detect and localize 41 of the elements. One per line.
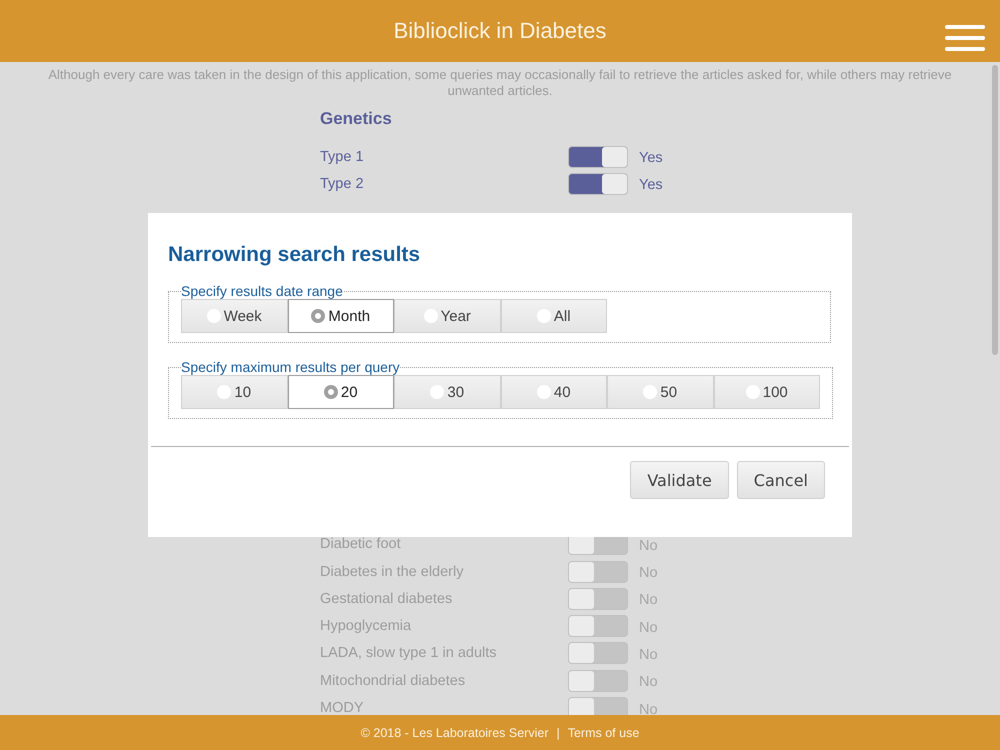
toggle-switch[interactable]: [568, 172, 628, 195]
app-title: Biblioclick in Diabetes: [394, 18, 606, 44]
dialog-title: Narrowing search results: [168, 243, 422, 267]
option-label: LADA, slow type 1 in adults: [320, 645, 498, 662]
radio-option[interactable]: Year: [394, 299, 500, 333]
toggle-switch[interactable]: [568, 697, 628, 715]
radio-option[interactable]: Month: [288, 299, 394, 333]
option-label: Diabetes in the elderly: [320, 564, 464, 580]
toggle-switch[interactable]: [568, 146, 628, 168]
toggle-switch[interactable]: [568, 588, 628, 610]
section-heading: Genetics: [320, 109, 393, 129]
option-label: MODY: [320, 700, 364, 715]
option-label: Type 2: [320, 176, 365, 192]
toggle-state: Yes: [639, 177, 663, 194]
option-label: Diabetic foot: [320, 536, 402, 552]
group-legend: Specify results date range: [181, 283, 343, 299]
radio-option[interactable]: Week: [181, 299, 288, 333]
option-label: Mitochondrial diabetes: [320, 672, 466, 689]
disclaimer-text: Although every care was taken in the design of this application, some queries may occasionally fail to retrieve the articles asked for, while others may retrieve unwanted articles.: [47, 67, 953, 99]
menu-icon[interactable]: [945, 25, 985, 51]
radio-option[interactable]: 10: [181, 375, 288, 409]
option-label: Hypoglycemia: [320, 618, 412, 634]
copyright-text: © 2018 - Les Laboratoires Servier: [360, 726, 548, 740]
toggle-state: Yes: [639, 150, 663, 166]
dialog-button[interactable]: Validate: [630, 461, 729, 499]
dialog-button[interactable]: Cancel: [736, 461, 825, 499]
toggle-switch[interactable]: [568, 615, 628, 638]
radio-option[interactable]: 50: [607, 375, 714, 409]
separator-text: |: [556, 726, 560, 740]
scrollbar[interactable]: [992, 65, 998, 355]
radio-option[interactable]: 20: [288, 375, 394, 409]
toggle-switch[interactable]: [568, 670, 628, 692]
option-label: Type 1: [320, 148, 365, 165]
radio-option[interactable]: 40: [500, 375, 607, 409]
radio-option[interactable]: 30: [394, 375, 500, 409]
radio-option[interactable]: All: [500, 299, 607, 333]
radio-option[interactable]: 100: [714, 375, 820, 409]
group-legend: Specify maximum results per query: [181, 359, 400, 375]
option-label: Gestational diabetes: [320, 590, 454, 607]
toggle-switch[interactable]: [568, 642, 628, 664]
toggle-switch[interactable]: [568, 560, 628, 583]
